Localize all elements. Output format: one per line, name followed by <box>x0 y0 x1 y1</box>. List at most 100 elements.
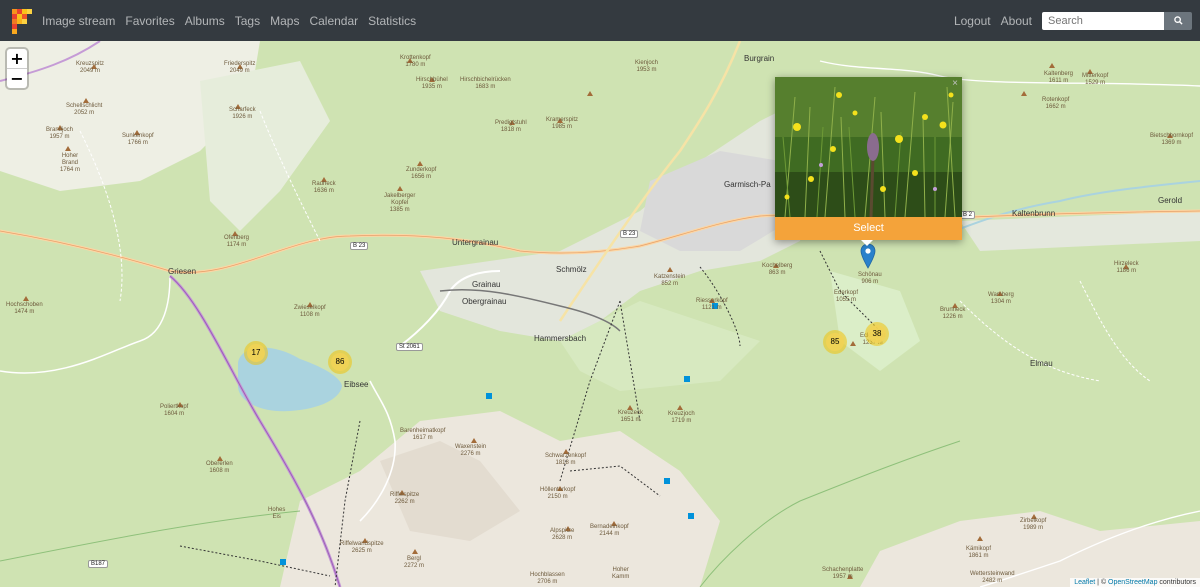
peak-label: Schwarzenkopf 1818 m <box>545 453 587 466</box>
peak-label: Kämikopf 1861 m <box>966 546 992 559</box>
map-marker-icon[interactable] <box>860 243 876 269</box>
peak-label: Hochblassen 2706 m <box>530 572 565 585</box>
peak-label: Ederkopf 1055 m <box>834 290 859 303</box>
peak-label: Kramerspitz 1985 m <box>546 117 579 130</box>
peak-label: Alpspitze 2628 m <box>550 528 575 541</box>
peak-label: Zwieselkopf 1108 m <box>294 305 326 318</box>
peak-label: Bergl 2272 m <box>404 556 425 569</box>
peak-label: Hohes Eis <box>268 507 286 520</box>
peak-label: Höllentorkopf 2150 m <box>540 487 576 500</box>
peak-label: Kochelberg 863 m <box>762 263 793 276</box>
logout-link[interactable]: Logout <box>954 14 991 28</box>
nav-right: Logout About <box>954 0 1192 41</box>
cluster-count: 38 <box>868 325 886 343</box>
photo-cluster[interactable]: 86 <box>328 350 352 374</box>
peak-label: Wamberg 1304 m <box>988 292 1014 305</box>
peak-label: Mitterkopf 1529 m <box>1082 73 1109 86</box>
map-canvas[interactable]: Kreuzspitz 2049 m Friederspitz 2049 m Sche… <box>0 41 1200 587</box>
photo-cluster[interactable]: 85 <box>823 330 847 354</box>
nav-maps[interactable]: Maps <box>270 14 299 28</box>
select-button[interactable]: Select <box>775 217 962 240</box>
town-label: Gerold <box>1158 196 1183 205</box>
road-shield: B187 <box>88 560 109 568</box>
peak-label: Bernadeinkopf 2144 m <box>590 524 629 537</box>
peak-label: Riesserkopf 1121 m <box>696 298 728 311</box>
peak-label: Katzenstein 852 m <box>654 274 686 287</box>
town-label: Obergrainau <box>462 297 507 306</box>
zoom-in-button[interactable]: + <box>7 49 27 69</box>
peak-label: Zirbelkopf 1989 m <box>1020 518 1047 531</box>
peak-label: Schachenplatte 1957 m <box>822 567 864 580</box>
photo-popup: × Select <box>775 77 962 240</box>
peak-label: Hirzeleck 1186 m <box>1114 261 1139 274</box>
peak-label: Ofenberg 1174 m <box>224 235 250 248</box>
search-input[interactable] <box>1042 11 1164 30</box>
town-label: Eibsee <box>344 380 369 389</box>
road-shield: B 23 <box>620 230 639 238</box>
zoom-out-button[interactable]: − <box>7 69 27 88</box>
popup-close-button[interactable]: × <box>952 78 958 89</box>
road-shield: St 2061 <box>396 343 423 351</box>
nav-links: Image stream Favorites Albums Tags Maps … <box>42 14 426 28</box>
town-label: Kaltenbrunn <box>1012 209 1056 218</box>
town-label: Grainau <box>472 280 501 289</box>
peak-label: Poliertkopf 1604 m <box>160 404 189 417</box>
map-attribution: Leaflet | © OpenStreetMap contributors <box>1070 578 1200 587</box>
peak-label: Krottenkopf 1780 m <box>400 55 431 68</box>
peak-label: Riffelwandspitze 2625 m <box>340 541 384 554</box>
town-label: Untergrainau <box>452 238 499 247</box>
peak-label: Kienjoch 1953 m <box>635 60 659 73</box>
town-label: Hammersbach <box>534 334 587 343</box>
town-label: Griesen <box>168 267 197 276</box>
nav-favorites[interactable]: Favorites <box>125 14 174 28</box>
peak-label: Kreuzjoch 1719 m <box>668 411 695 424</box>
nav-albums[interactable]: Albums <box>185 14 225 28</box>
peak-label: Friederspitz 2049 m <box>224 61 256 74</box>
peak-label: Hirschbühel 1935 m <box>416 77 448 90</box>
peak-label: Schellschlicht 2052 m <box>66 103 103 116</box>
peak-label: Brandjoch 1957 m <box>46 127 74 140</box>
top-navbar: Image stream Favorites Albums Tags Maps … <box>0 0 1200 41</box>
photo-thumbnail[interactable] <box>775 77 962 217</box>
peak-label: Rauheck 1636 m <box>312 181 336 194</box>
zoom-control: + − <box>7 49 27 88</box>
peak-label: Waxenstein 2276 m <box>455 444 487 457</box>
town-label: Schmölz <box>556 265 587 274</box>
peak-label: Schönau 906 m <box>858 272 882 285</box>
cluster-count: 86 <box>331 353 349 371</box>
popup-tip <box>861 240 873 246</box>
town-label: Garmisch-Pa <box>724 180 771 189</box>
search-button[interactable] <box>1164 11 1192 30</box>
peak-label: Kaltenberg 1611 m <box>1044 71 1074 84</box>
cluster-count: 17 <box>247 344 265 362</box>
peak-label: Hoher Kamm <box>612 567 630 580</box>
map-tiles <box>0 41 1200 587</box>
search-icon <box>1173 16 1183 25</box>
nav-calendar[interactable]: Calendar <box>309 14 358 28</box>
road-shield: B 23 <box>350 242 369 250</box>
peak-label: Wettersteinwand 2482 m <box>970 571 1015 584</box>
attribution-tail: contributors <box>1157 579 1196 586</box>
nav-tags[interactable]: Tags <box>235 14 260 28</box>
cluster-count: 85 <box>826 333 844 351</box>
osm-link[interactable]: OpenStreetMap <box>1108 579 1157 586</box>
peak-label: Barenheimatkopf 1617 m <box>400 428 446 441</box>
app-logo-icon[interactable] <box>12 8 32 34</box>
peak-label: Kreuzspitz 2049 m <box>76 61 105 74</box>
photo-cluster[interactable]: 38 <box>865 322 889 346</box>
nav-statistics[interactable]: Statistics <box>368 14 416 28</box>
attribution-separator: | © <box>1095 579 1109 586</box>
nav-image-stream[interactable]: Image stream <box>42 14 115 28</box>
road-shield: B 2 <box>960 211 976 219</box>
peak-label: Kreuzeck 1651 m <box>618 410 644 423</box>
photo-cluster[interactable]: 17 <box>244 341 268 365</box>
peak-label: Obererlen 1608 m <box>206 461 233 474</box>
about-link[interactable]: About <box>1001 14 1032 28</box>
peak-label: Hirschbichelrücken 1683 m <box>460 77 511 90</box>
peak-label: Bietschhornkopf 1369 m <box>1150 133 1194 146</box>
peak-label: Jakelberger Kopfel 1385 m <box>384 193 416 213</box>
peak-label: Zunderkopf 1656 m <box>406 167 437 180</box>
peak-label: Rotenkopf 1662 m <box>1042 97 1070 110</box>
leaflet-link[interactable]: Leaflet <box>1074 579 1095 586</box>
peak-label: Brunneck 1226 m <box>940 307 966 320</box>
